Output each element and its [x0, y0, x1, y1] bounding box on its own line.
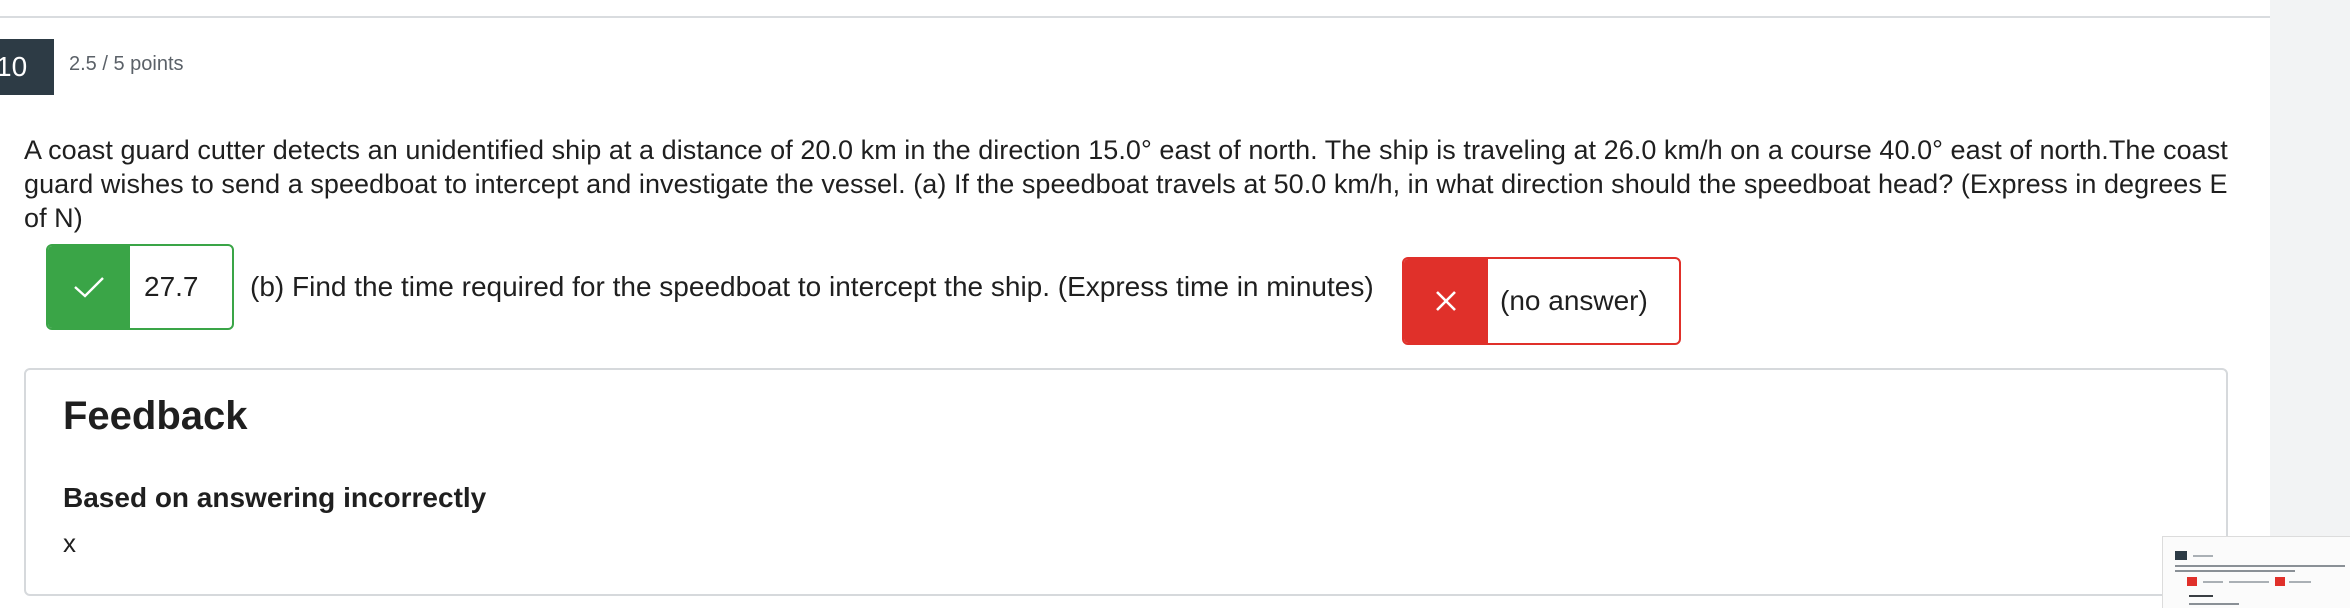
thumbnail-line	[2193, 555, 2213, 557]
feedback-title: Feedback	[63, 394, 248, 438]
thumbnail-line	[2229, 581, 2269, 583]
answer-b-value: (no answer)	[1500, 285, 1648, 316]
question-text: A coast guard cutter detects an unidenti…	[24, 135, 2228, 233]
x-icon	[1436, 291, 1456, 311]
incorrect-status	[1404, 259, 1488, 343]
answer-b-field[interactable]: (no answer)	[1402, 257, 1681, 345]
part-b-prompt: (b) Find the time required for the speed…	[250, 271, 1374, 302]
thumbnail-line	[2289, 581, 2311, 583]
page-thumbnail-preview[interactable]	[2162, 536, 2350, 608]
thumbnail-badge	[2175, 551, 2187, 560]
thumbnail-line	[2175, 570, 2295, 572]
top-divider	[0, 16, 2270, 18]
thumbnail-line	[2203, 581, 2223, 583]
correct-status	[48, 246, 130, 328]
question-number-badge: 10	[0, 39, 54, 95]
question-points: 2.5 / 5 points	[69, 53, 184, 75]
check-icon	[74, 277, 104, 298]
feedback-text: x	[63, 528, 76, 558]
feedback-panel: Feedback Based on answering incorrectly …	[24, 368, 2228, 596]
thumbnail-line	[2175, 565, 2345, 567]
answer-a-value: 27.7	[144, 271, 199, 302]
feedback-subtitle: Based on answering incorrectly	[63, 482, 487, 513]
thumbnail-box	[2187, 577, 2197, 586]
thumbnail-line	[2189, 603, 2239, 605]
answer-a-field[interactable]: 27.7	[46, 244, 234, 330]
thumbnail-line	[2189, 595, 2213, 597]
thumbnail-box	[2275, 577, 2285, 586]
right-gutter	[2270, 0, 2350, 608]
